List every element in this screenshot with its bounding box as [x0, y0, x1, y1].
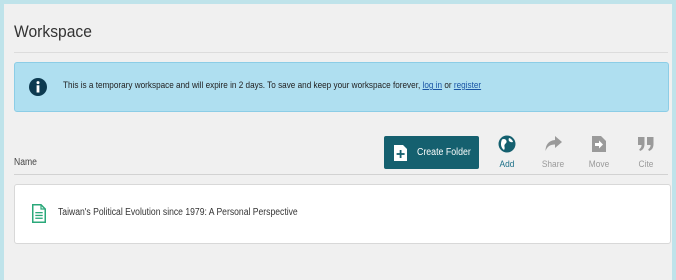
title-divider: [14, 52, 668, 53]
alert-or-text: or: [444, 80, 452, 91]
login-link[interactable]: log in: [423, 80, 443, 91]
temporary-workspace-alert: This is a temporary workspace and will e…: [14, 62, 669, 112]
add-button[interactable]: Add: [490, 135, 524, 175]
create-folder-label: Create Folder: [417, 147, 471, 158]
page-title: Workspace: [14, 22, 92, 41]
share-arrow-icon: [545, 136, 562, 151]
file-list: Taiwan's Political Evolution since 1979:…: [14, 184, 671, 244]
new-folder-icon: [394, 145, 407, 161]
list-header-divider: [14, 174, 668, 175]
add-label: Add: [499, 159, 515, 170]
alert-message: This is a temporary workspace and will e…: [63, 80, 481, 91]
alert-message-text: This is a temporary workspace and will e…: [63, 80, 421, 91]
name-column-header[interactable]: Name: [14, 157, 37, 168]
register-link[interactable]: register: [454, 80, 481, 91]
info-circle-icon: [29, 78, 47, 96]
file-name[interactable]: Taiwan's Political Evolution since 1979:…: [58, 207, 298, 218]
move-label: Move: [588, 159, 610, 170]
document-icon: [32, 204, 46, 223]
share-label: Share: [541, 159, 565, 170]
create-folder-button[interactable]: Create Folder: [384, 136, 479, 169]
cite-label: Cite: [638, 159, 654, 170]
globe-add-icon: [498, 135, 516, 153]
move-button[interactable]: Move: [582, 135, 616, 175]
workspace-panel: Workspace This is a temporary workspace …: [4, 4, 672, 280]
cite-button[interactable]: Cite: [629, 135, 663, 175]
move-file-icon: [592, 136, 606, 152]
share-button[interactable]: Share: [536, 135, 570, 175]
quote-icon: [638, 137, 654, 151]
